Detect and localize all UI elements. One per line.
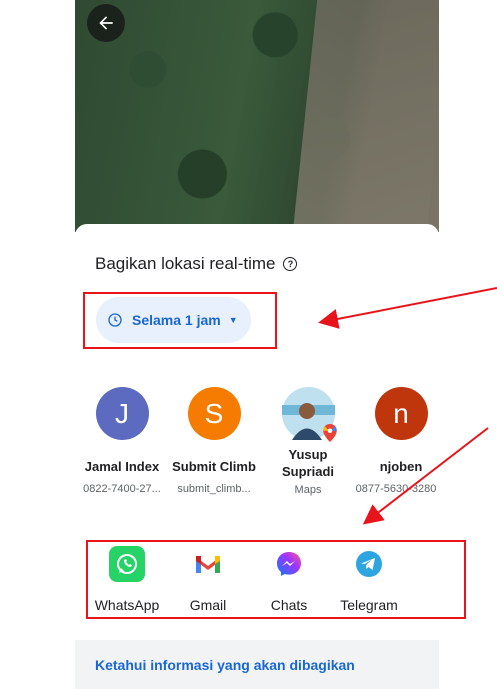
back-button[interactable] [87, 4, 125, 42]
avatar: S [187, 387, 241, 440]
sheet-title: Bagikan lokasi real-time [95, 254, 276, 273]
annotation-box-apps [86, 540, 466, 619]
contact-name: Yusup Supriadi [281, 447, 334, 479]
map-view[interactable] [75, 0, 439, 232]
contact-name: Jamal Index [84, 459, 160, 474]
contact-name: njoben [379, 459, 423, 474]
contact-detail: Maps [294, 484, 322, 496]
contact-item[interactable]: Yusup Supriadi Maps [260, 387, 356, 496]
avatar: J [95, 387, 149, 440]
contact-list: J Jamal Index 0822-7400-27... S Submit C… [75, 387, 439, 517]
contact-item[interactable]: S Submit Climb submit_climb... [166, 387, 262, 495]
sheet-title-row: Bagikan lokasi real-time ? [95, 254, 298, 274]
contact-detail: 0877-5630-3280 [355, 483, 437, 495]
info-bar: Ketahui informasi yang akan dibagikan [75, 640, 439, 689]
contact-name: Submit Climb [172, 459, 256, 474]
map-road [292, 0, 439, 232]
maps-pin-icon [322, 424, 337, 442]
info-link[interactable]: Ketahui informasi yang akan dibagikan [95, 657, 355, 673]
arrow-left-icon [99, 16, 113, 30]
help-icon[interactable]: ? [283, 257, 298, 271]
avatar [281, 387, 337, 442]
annotation-box-duration [83, 292, 277, 349]
contact-detail: 0822-7400-27... [83, 483, 161, 495]
contact-detail: submit_climb... [177, 483, 251, 495]
contact-item[interactable]: n njoben 0877-5630-3280 [353, 387, 439, 495]
contact-item[interactable]: J Jamal Index 0822-7400-27... [75, 387, 170, 495]
avatar: n [374, 387, 428, 440]
